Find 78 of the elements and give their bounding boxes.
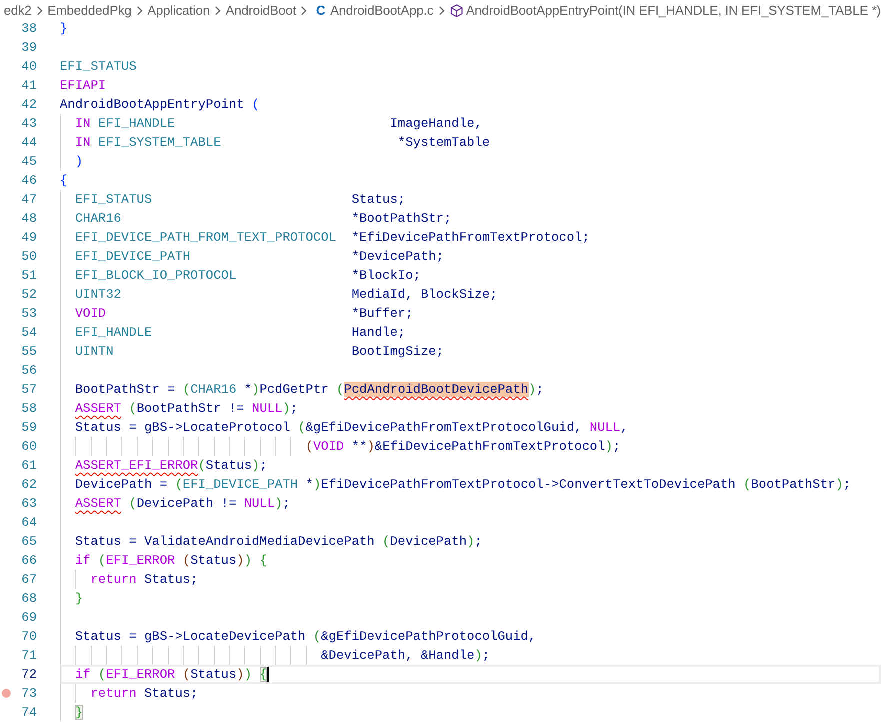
code-line: EFI_STATUS [60, 58, 138, 76]
line-number: 65 [20, 534, 37, 549]
line-number: 46 [20, 173, 37, 188]
code-line: (VOID **)&EfiDevicePathFromTextProtocol); [60, 437, 881, 456]
code-line: ASSERT (DevicePath != NULL); [60, 494, 881, 513]
line-number: 44 [20, 135, 37, 150]
code-line: EFIAPI [60, 77, 108, 95]
code-line: CHAR16 *BootPathStr; [60, 209, 881, 228]
code-line: EFI_STATUS Status; [60, 190, 881, 209]
code-line: Status = gBS->LocateDevicePath (&gEfiDevicePathProtocolGuid, [60, 627, 881, 646]
line-number: 71 [20, 648, 37, 663]
line-number: 50 [20, 249, 37, 264]
line-number: 49 [20, 230, 37, 245]
code-line: ) [60, 152, 881, 171]
code-line: DevicePath = (EFI_DEVICE_PATH *)EfiDevicePathFromTextProtocol->ConvertTextToDevicePath (BootPathStr); [60, 475, 881, 494]
line-number: 63 [20, 496, 37, 511]
code-line: if (EFI_ERROR (Status)) { [60, 551, 881, 570]
line-number: 64 [20, 515, 37, 530]
line-number: 68 [20, 591, 37, 606]
line-number: 47 [20, 192, 37, 207]
line-number: 52 [20, 287, 37, 302]
code-line: { [60, 172, 69, 190]
code-line: Status = gBS->LocateProtocol (&gEfiDevicePathFromTextProtocolGuid, NULL, [60, 418, 881, 437]
breadcrumb-item[interactable]: C AndroidBootApp.c [312, 3, 434, 18]
code-line: UINT32 MediaId, BlockSize; [60, 285, 881, 304]
line-number: 43 [20, 116, 37, 131]
line-number: 58 [20, 401, 37, 416]
line-number: 74 [20, 705, 37, 720]
code-line: AndroidBootAppEntryPoint ( [60, 96, 261, 114]
line-number: 51 [20, 268, 37, 283]
line-number: 38 [20, 21, 37, 36]
line-number: 55 [20, 344, 37, 359]
cube-icon [450, 4, 464, 18]
line-number: 57 [20, 382, 37, 397]
code-line: BootPathStr = (CHAR16 *)PcdGetPtr (PcdAndroidBootDevicePath); [60, 380, 881, 399]
line-number: 69 [20, 610, 37, 625]
line-number: 42 [20, 97, 37, 112]
line-number: 41 [20, 78, 37, 93]
code-line: Status = ValidateAndroidMediaDevicePath (DevicePath); [60, 532, 881, 551]
code-line: return Status; [60, 684, 881, 703]
code-line: return Status; [60, 570, 881, 589]
line-number: 54 [20, 325, 37, 340]
code-line: UINTN BootImgSize; [60, 342, 881, 361]
line-number: 39 [20, 40, 37, 55]
code-line: &DevicePath, &Handle); [60, 646, 881, 665]
breakpoint-dot[interactable] [2, 689, 11, 698]
line-number: 73 [20, 686, 37, 701]
code-line: IN EFI_HANDLE ImageHandle, [60, 114, 881, 133]
line-number: 61 [20, 458, 37, 473]
breadcrumb-item[interactable]: Application [148, 3, 210, 18]
line-number: 72 [20, 667, 37, 682]
code-line: } [60, 703, 881, 722]
line-number: 60 [20, 439, 37, 454]
breadcrumb-item[interactable]: AndroidBoot [226, 3, 296, 18]
line-number: 53 [20, 306, 37, 321]
breadcrumb-item[interactable]: AndroidBootAppEntryPoint(IN EFI_HANDLE, IN EFI_SYSTEM_TABLE *) [466, 3, 881, 18]
line-number: 48 [20, 211, 37, 226]
code-line: EFI_BLOCK_IO_PROTOCOL *BlockIo; [60, 266, 881, 285]
line-number: 59 [20, 420, 37, 435]
line-number: 62 [20, 477, 37, 492]
code-line: EFI_DEVICE_PATH_FROM_TEXT_PROTOCOL *EfiDevicePathFromTextProtocol; [60, 228, 881, 247]
line-number: 66 [20, 553, 37, 568]
line-number: 40 [20, 59, 37, 74]
line-number: 67 [20, 572, 37, 587]
code-line: } [60, 20, 69, 38]
code-line: if (EFI_ERROR (Status)) { [60, 665, 881, 684]
code-line: ASSERT_EFI_ERROR(Status); [60, 456, 881, 475]
breadcrumb-item[interactable]: edk2 [4, 3, 32, 18]
line-number: 45 [20, 154, 37, 169]
code-line: } [60, 589, 881, 608]
line-number: 70 [20, 629, 37, 644]
line-number: 56 [20, 363, 37, 378]
code-line: ASSERT (BootPathStr != NULL); [60, 399, 881, 418]
code-line: EFI_DEVICE_PATH *DevicePath; [60, 247, 881, 266]
code-line: IN EFI_SYSTEM_TABLE *SystemTable [60, 133, 881, 152]
code-line: VOID *Buffer; [60, 304, 881, 323]
code-line: EFI_HANDLE Handle; [60, 323, 881, 342]
breadcrumb-item[interactable]: EmbeddedPkg [48, 3, 132, 18]
